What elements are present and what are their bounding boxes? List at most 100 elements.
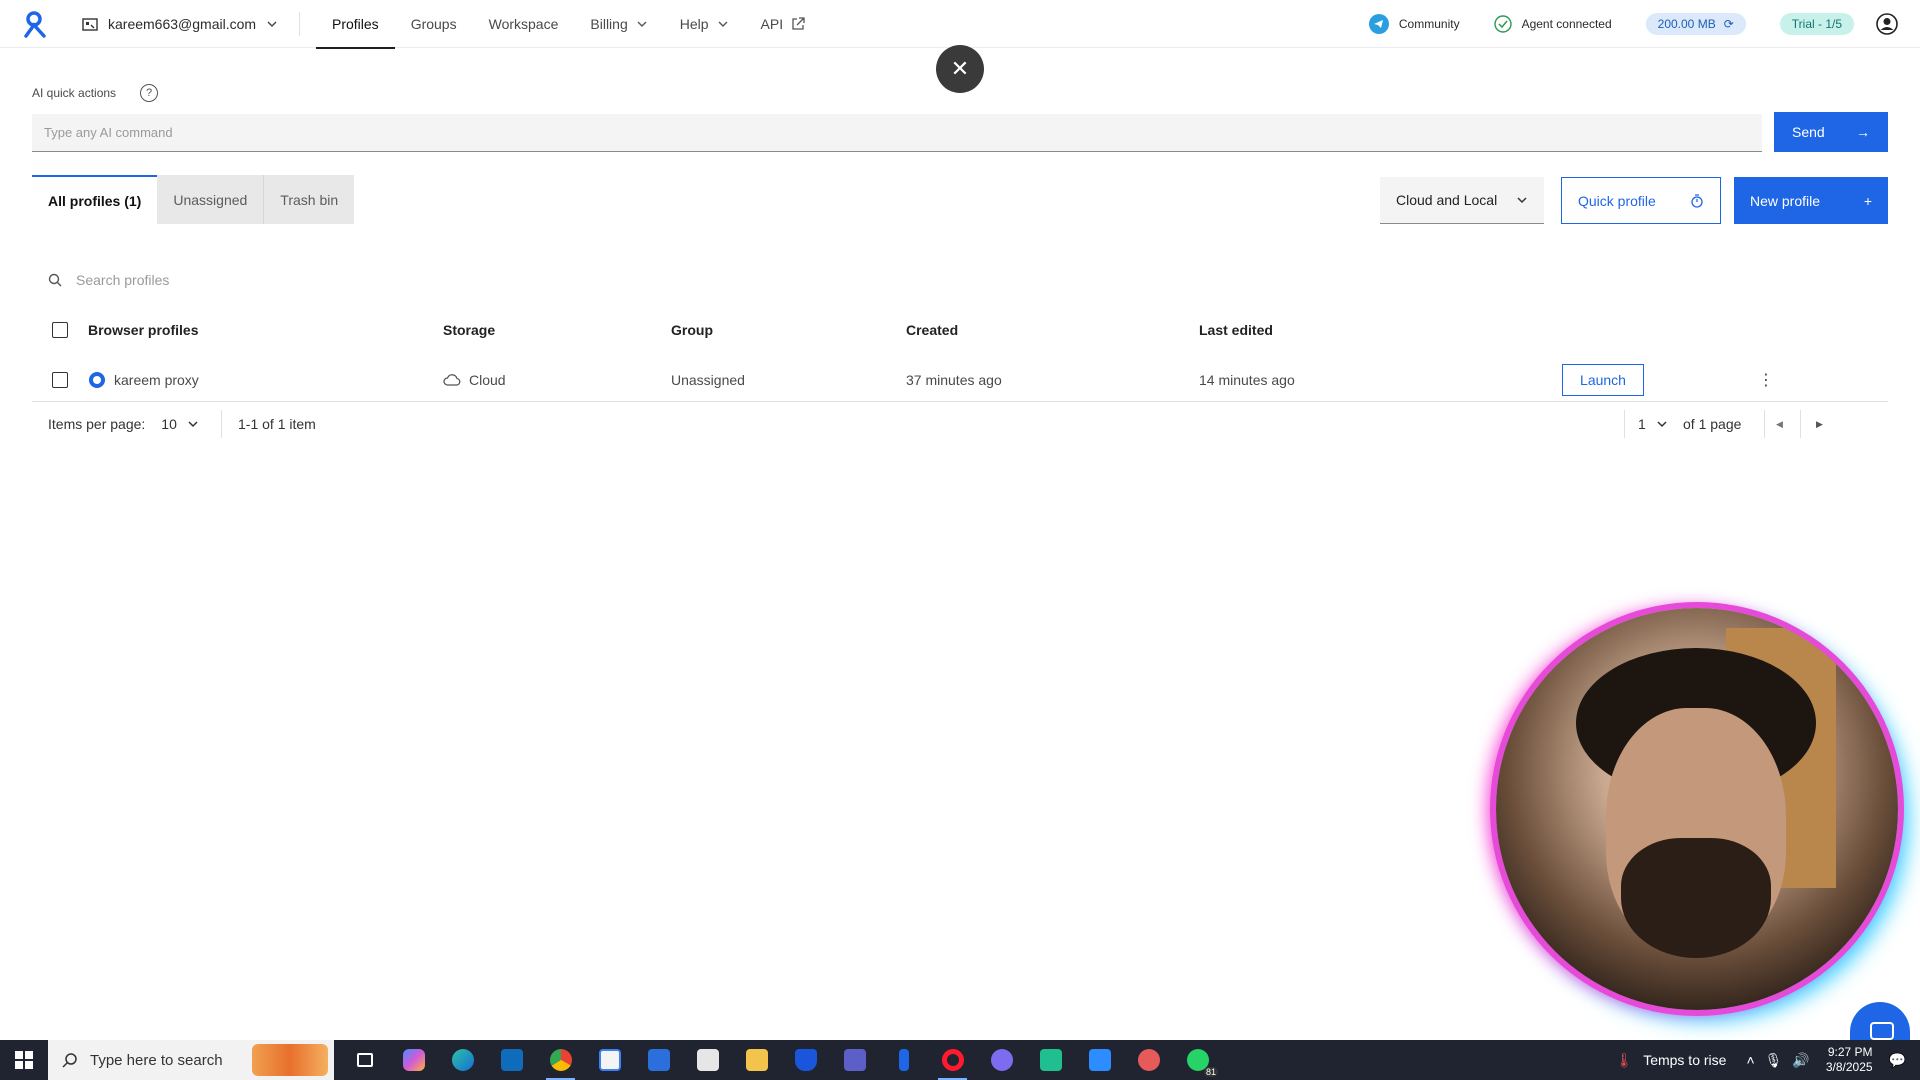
nav-label: Groups [410, 16, 457, 32]
ai-label-text: AI quick actions [32, 86, 117, 100]
divider [221, 410, 222, 438]
page-select[interactable]: 1 [1638, 404, 1668, 444]
search-icon [48, 273, 62, 287]
profile-search [32, 264, 1888, 296]
snipping-icon[interactable] [1124, 1040, 1173, 1080]
row-checkbox[interactable] [52, 371, 68, 388]
nav-help[interactable]: Help [664, 0, 745, 48]
taskbar-search[interactable]: Type here to search [48, 1040, 334, 1080]
check-circle-icon [1493, 15, 1512, 33]
new-profile-button[interactable]: New profile + [1734, 177, 1888, 224]
main-nav: Profiles Groups Workspace Billing Help A… [316, 0, 822, 49]
page-value: 1 [1638, 416, 1646, 432]
help-icon[interactable]: ? [140, 84, 159, 102]
storage-label: 200.00 MB [1657, 17, 1716, 31]
chevron-down-icon [267, 21, 277, 27]
tab-unassigned[interactable]: Unassigned [157, 175, 264, 224]
teams-icon[interactable] [830, 1040, 879, 1080]
webcam-overlay [1496, 608, 1898, 1010]
user-avatar-icon[interactable] [1876, 13, 1898, 35]
items-per-page-select[interactable]: 10 [161, 416, 177, 432]
group-cell: Unassigned [671, 371, 745, 388]
chevron-down-icon [718, 21, 728, 27]
windows-start-icon[interactable] [0, 1040, 48, 1080]
select-all-checkbox[interactable] [52, 322, 68, 338]
quick-profile-button[interactable]: Quick profile [1561, 177, 1721, 224]
storage-badge[interactable]: 200.00 MB ⟳ [1645, 13, 1746, 35]
last-edited-cell: 14 minutes ago [1199, 371, 1295, 388]
opera-icon[interactable] [928, 1040, 977, 1080]
search-icon [62, 1053, 77, 1068]
chrome-icon[interactable] [536, 1040, 585, 1080]
trial-badge[interactable]: Trial - 1/5 [1779, 13, 1854, 35]
table-row[interactable]: kareem proxy Cloud Unassigned 37 minutes… [32, 358, 1888, 402]
telegram-icon [1368, 14, 1389, 34]
col-group[interactable]: Group [671, 322, 713, 338]
nav-api[interactable]: API [745, 0, 822, 48]
volume-icon[interactable]: 🔊 [1792, 1052, 1809, 1069]
edge-icon[interactable] [438, 1040, 487, 1080]
nav-billing[interactable]: Billing [574, 0, 663, 48]
task-view-icon[interactable] [340, 1040, 389, 1080]
external-link-icon [792, 17, 805, 30]
header-right: Community Agent connected 200.00 MB ⟳ Tr… [1368, 0, 1920, 48]
notifications-icon[interactable]: 💬 [1889, 1052, 1906, 1069]
app-icon[interactable] [879, 1040, 928, 1080]
prev-page-button[interactable]: ◀ [1776, 404, 1783, 444]
profile-tabs: All profiles (1) Unassigned Trash bin [32, 175, 355, 224]
agent-status: Agent connected [1493, 15, 1612, 33]
col-browser-profiles[interactable]: Browser profiles [88, 322, 198, 338]
notepad-icon[interactable] [683, 1040, 732, 1080]
ai-quick-actions-label: AI quick actions ? [32, 84, 159, 102]
weather-text[interactable]: Temps to rise [1643, 1052, 1726, 1068]
launch-button[interactable]: Launch [1562, 363, 1644, 396]
community-link[interactable]: Community [1368, 14, 1460, 34]
search-input[interactable] [76, 272, 676, 288]
file-explorer-icon[interactable] [732, 1040, 781, 1080]
outlook-icon[interactable] [487, 1040, 536, 1080]
ai-command-input[interactable] [32, 114, 1762, 152]
storage-filter-select[interactable]: Cloud and Local [1380, 177, 1544, 224]
col-last-edited[interactable]: Last edited [1199, 322, 1273, 338]
nav-label: Billing [590, 16, 628, 32]
chevron-up-icon[interactable]: ˄ [1746, 1052, 1754, 1068]
profile-name-cell[interactable]: kareem proxy [88, 371, 199, 389]
col-created[interactable]: Created [906, 322, 958, 338]
close-overlay-button[interactable]: ✕ [936, 45, 984, 93]
tab-trash-bin[interactable]: Trash bin [263, 175, 355, 224]
col-storage[interactable]: Storage [443, 322, 495, 338]
nav-workspace[interactable]: Workspace [473, 0, 575, 48]
windows-taskbar: Type here to search 81 🌡 Temps to rise ˄… [0, 1040, 1920, 1080]
storage-value: Cloud [469, 371, 506, 388]
pagination: Items per page: 10 1-1 of 1 item 1 of 1 … [32, 404, 1888, 444]
windows-logo-icon [15, 1051, 33, 1069]
next-page-button[interactable]: ▶ [1816, 404, 1823, 444]
copilot-icon[interactable] [389, 1040, 438, 1080]
tab-all-profiles[interactable]: All profiles (1) [32, 175, 158, 224]
tab-label: Unassigned [173, 191, 248, 208]
store-icon[interactable] [585, 1040, 634, 1080]
account-switcher[interactable]: kareem663@gmail.com [82, 0, 278, 48]
caret-right-icon: ▶ [1816, 418, 1823, 429]
chevron-down-icon [1517, 197, 1527, 204]
chat-app-icon[interactable] [1026, 1040, 1075, 1080]
clock[interactable]: 9:27 PM 3/8/2025 [1826, 1045, 1873, 1075]
nav-label: Profiles [332, 16, 379, 32]
vpn-shield-icon[interactable] [781, 1040, 830, 1080]
whatsapp-icon[interactable]: 81 [1173, 1040, 1222, 1080]
more-options-icon[interactable]: ⋮ [1758, 370, 1774, 390]
settings-app-icon[interactable] [977, 1040, 1026, 1080]
send-button[interactable]: Send → [1774, 112, 1888, 152]
send-label: Send [1792, 124, 1825, 140]
zoom-icon[interactable] [1075, 1040, 1124, 1080]
nav-label: Help [679, 16, 709, 32]
word-icon[interactable] [634, 1040, 683, 1080]
microphone-icon[interactable]: 🎙 [1765, 1052, 1783, 1069]
nav-groups[interactable]: Groups [395, 0, 473, 48]
divider [1624, 410, 1625, 438]
app-logo-icon[interactable] [22, 10, 48, 38]
top-nav: kareem663@gmail.com Profiles Groups Work… [0, 0, 1920, 49]
nav-label: API [760, 16, 784, 32]
nav-profiles[interactable]: Profiles [316, 0, 395, 49]
storage-cell: Cloud [443, 372, 506, 388]
